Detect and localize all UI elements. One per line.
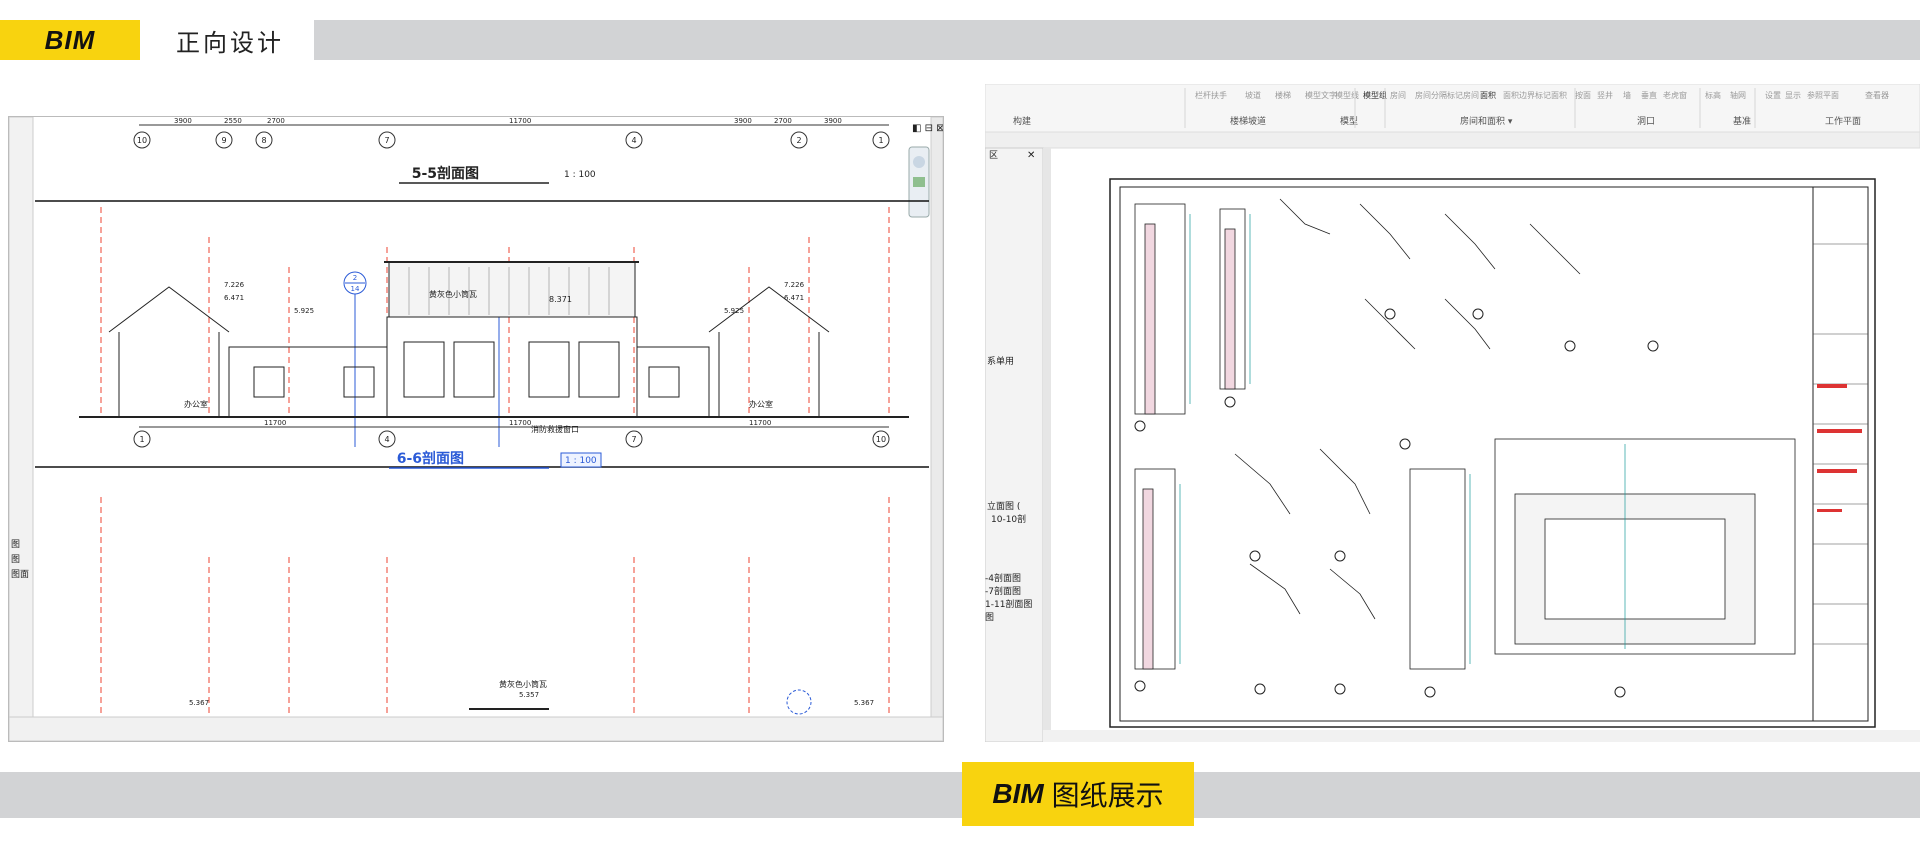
el-left-3: 5.925 (294, 307, 314, 315)
dim-top-1: 3900 (174, 117, 192, 125)
callout-1-sheet: 14 (351, 285, 360, 293)
grid-bottom-10: 10 (876, 435, 886, 444)
browser-item-5[interactable]: -7剖面图 (985, 585, 1021, 597)
svg-text:✕: ✕ (1027, 150, 1035, 161)
grid-top-9: 9 (221, 136, 226, 145)
ribbon-tool-17[interactable]: 老虎窗 (1663, 90, 1687, 100)
grid-top-1: 1 (878, 136, 883, 145)
ribbon-tool-3[interactable]: 楼梯 (1275, 90, 1291, 100)
browser-tab[interactable]: 区 (989, 150, 998, 161)
browser-item-4[interactable]: -4剖面图 (985, 572, 1021, 584)
ribbon-tool-2[interactable]: 坡道 (1245, 90, 1261, 100)
dim-top-7: 3900 (824, 117, 842, 125)
top-bim-badge: BIM (0, 20, 140, 60)
ribbon-tool-19[interactable]: 轴网 (1730, 90, 1746, 100)
ribbon-tool-21[interactable]: 显示 (1785, 91, 1801, 100)
ribbon-tool-8[interactable]: 房间分隔 (1415, 90, 1447, 100)
ribbon-group-5: 洞口 (1637, 116, 1655, 127)
bottom-banner (0, 772, 1920, 818)
browser-item-1[interactable]: 系单用 (987, 355, 1014, 367)
lower-el-3: 5.367 (854, 699, 874, 707)
ribbon-group-1: 构建 (1013, 115, 1031, 127)
ribbon-tool-11[interactable]: 面积边界 (1503, 90, 1535, 100)
bottom-bim-badge: BIM 图纸展示 (962, 762, 1194, 826)
grid-bottom-1: 1 (139, 435, 144, 444)
page-title: 正向设计 (176, 28, 284, 57)
revit-section-view[interactable]: ◧ ⊟ ⊠ 3900 2550 2700 11700 3900 2700 390… (8, 116, 944, 742)
ribbon-tool-18[interactable]: 标高 (1705, 90, 1721, 100)
browser-item-2[interactable]: 立面图 ( (987, 500, 1020, 512)
ribbon-tool-4[interactable]: 模型文字 (1305, 90, 1337, 100)
dim-top-3: 2700 (267, 117, 285, 125)
grid-top-10: 10 (137, 136, 147, 145)
ribbon-tool-9[interactable]: 标记房间 (1447, 90, 1479, 100)
lower-el-2: 5.357 (519, 691, 539, 699)
ribbon-group-7: 工作平面 (1825, 115, 1861, 127)
ribbon-tool-22[interactable]: 参照平面 (1807, 90, 1839, 100)
revit-sheet-view[interactable]: 栏杆扶手 坡道 楼梯 模型文字 模型线 模型组 房间 房间分隔 标记房间 面积 … (985, 84, 1920, 742)
dim-top-5: 3900 (734, 117, 752, 125)
browser-item-6[interactable]: 1-11剖面图 (985, 598, 1032, 610)
left-side-item-2: 图 (11, 554, 20, 565)
sheet-canvas: 栏杆扶手 坡道 楼梯 模型文字 模型线 模型组 房间 房间分隔 标记房间 面积 … (985, 84, 1920, 742)
ribbon-tool-12[interactable]: 标记面积 (1535, 90, 1567, 100)
room-left: 办公室 (184, 399, 208, 409)
section-title-5-5: 5-5剖面图 (412, 165, 479, 182)
grid-top-4: 4 (631, 136, 636, 145)
ribbon-tool-6[interactable]: 模型组 (1363, 90, 1387, 100)
callout-1-number: 2 (353, 274, 357, 282)
bottom-caption: 图纸展示 (1051, 779, 1164, 812)
grid-top-7: 7 (384, 136, 389, 145)
el-left-1: 7.226 (224, 281, 245, 289)
ribbon-tool-14[interactable]: 竖井 (1597, 90, 1613, 100)
browser-item-3[interactable]: 10-10剖 (991, 513, 1026, 525)
dim-top-6: 2700 (774, 117, 792, 125)
dim-top-2: 2550 (224, 117, 242, 125)
dim-top-4: 11700 (509, 117, 531, 125)
svg-text:◧ ⊟ ⊠: ◧ ⊟ ⊠ (912, 123, 943, 134)
bottom-bim-label: BIM (992, 778, 1044, 809)
ribbon-group-6: 基准 (1733, 115, 1751, 127)
ribbon-group-4: 房间和面积 ▾ (1460, 115, 1513, 127)
ribbon-tool-7[interactable]: 房间 (1390, 90, 1406, 100)
section-scale-6-6: 1 : 100 (565, 456, 597, 466)
section-scale-5-5: 1 : 100 (564, 170, 596, 180)
el-right-2: 6.471 (784, 294, 804, 302)
grid-top-8: 8 (261, 136, 266, 145)
lower-el-1: 5.367 (189, 699, 209, 707)
el-right-1: 7.226 (784, 281, 805, 289)
el-right-3: 5.925 (724, 307, 744, 315)
dim-bottom-3: 11700 (749, 419, 771, 427)
roof-label: 黄灰色小筒瓦 (429, 289, 477, 299)
top-title-box: 正向设计 (140, 20, 314, 60)
left-side-item-1: 图 (11, 539, 20, 550)
el-left-2: 6.471 (224, 294, 244, 302)
rescue-window-label: 消防救援窗口 (531, 424, 579, 434)
ribbon-tool-13[interactable]: 按面 (1575, 90, 1591, 100)
grid-bottom-4: 4 (384, 435, 389, 444)
left-side-item-3: 图面 (11, 569, 29, 580)
lower-roof-label: 黄灰色小筒瓦 (499, 679, 547, 689)
top-bim-label: BIM (44, 24, 96, 55)
grid-top-2: 2 (796, 136, 801, 145)
grid-bottom-7: 7 (631, 435, 636, 444)
ribbon-tool-15[interactable]: 墙 (1623, 90, 1631, 100)
room-right: 办公室 (749, 399, 773, 409)
browser-item-7[interactable]: 图 (985, 612, 994, 623)
section-title-6-6: 6-6剖面图 (397, 450, 464, 467)
ribbon-tool-23[interactable]: 查看器 (1865, 90, 1889, 100)
ribbon-group-2: 楼梯坡道 (1230, 115, 1266, 127)
ribbon-tool-10[interactable]: 面积 (1480, 90, 1496, 100)
ridge-elevation: 8.371 (549, 295, 572, 304)
dim-bottom-1: 11700 (264, 419, 286, 427)
dim-bottom-2: 11700 (509, 419, 531, 427)
ribbon-tool-20[interactable]: 设置 (1765, 90, 1781, 100)
ribbon-tool-1[interactable]: 栏杆扶手 (1195, 90, 1227, 100)
ribbon-tool-16[interactable]: 垂直 (1641, 90, 1657, 100)
section-drawing-canvas: ◧ ⊟ ⊠ 3900 2550 2700 11700 3900 2700 390… (9, 117, 943, 741)
